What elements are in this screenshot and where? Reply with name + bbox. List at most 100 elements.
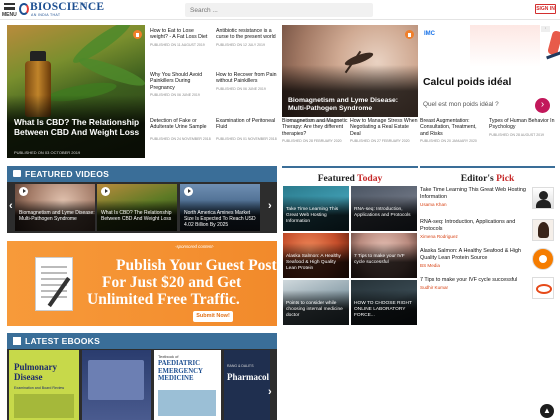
- pick-title[interactable]: 7 Tips to make your IVF cycle successful: [420, 277, 526, 284]
- article-link[interactable]: How to Recover from Pain without Painkil…: [216, 72, 278, 91]
- advertisement-card[interactable]: IMC i Calcul poids idéal Quel est mon po…: [420, 25, 560, 118]
- author-avatar[interactable]: [532, 219, 554, 241]
- article-title[interactable]: How to Eat to Lose weight? - A Fat Loss …: [150, 28, 212, 41]
- author-avatar[interactable]: [532, 248, 554, 270]
- article-link[interactable]: Why You Should Avoid Painkillers During …: [150, 72, 212, 97]
- guest-headline-3: Unlimited Free Traffic.: [87, 291, 240, 308]
- ebook-cover[interactable]: Pulmonary Disease Examination and Board …: [9, 350, 79, 420]
- article-link[interactable]: Detection of Fake or Adulterate Urine Sa…: [150, 118, 212, 141]
- article-title[interactable]: Why You Should Avoid Painkillers During …: [150, 72, 212, 91]
- menu-button[interactable]: MENU: [2, 1, 18, 19]
- book-icon: [13, 337, 21, 345]
- article-date: PUBLISHED ON 24 NOVEMBER 2018: [150, 136, 211, 141]
- video-title[interactable]: North America Amines Market Size Is Expe…: [184, 210, 260, 229]
- today-card[interactable]: Take Time Learning This Great Web Hostin…: [283, 186, 349, 231]
- ebook-cover[interactable]: [82, 350, 151, 420]
- article-link[interactable]: Types of Human Behavior In Psychology PU…: [489, 118, 555, 137]
- site-logo[interactable]: BIOSCIENCE AN INDIA THAT IN: [19, 1, 104, 18]
- guest-headline-1: Publish Your Guest Post: [116, 257, 277, 274]
- submit-now-button[interactable]: Submit Now!: [193, 311, 233, 322]
- heading-word: Editor's: [460, 173, 494, 184]
- video-title[interactable]: What Is CBD? The Relationship Between CB…: [101, 210, 177, 222]
- article-date: PUBLISHED ON 06 JUNE 2019: [216, 86, 266, 91]
- carousel-prev-icon[interactable]: ‹: [9, 200, 13, 212]
- heading-highlight: Pick: [496, 173, 515, 184]
- ad-go-button[interactable]: ›: [535, 98, 550, 113]
- sign-in-button[interactable]: SIGN IN: [535, 4, 556, 14]
- today-card[interactable]: Points to consider while choosing intern…: [283, 280, 349, 325]
- biomagnetism-article-card[interactable]: Biomagnetism and Lyme Disease: Multi-Pat…: [282, 25, 418, 117]
- ebook-cover[interactable]: Textbook of PAEDIATRIC EMERGENCY MEDICIN…: [154, 350, 221, 420]
- featured-title[interactable]: What Is CBD? The Relationship Between CB…: [14, 117, 142, 137]
- article-link[interactable]: How to Eat to Lose weight? - A Fat Loss …: [150, 28, 212, 47]
- featured-article-card[interactable]: What Is CBD? The Relationship Between CB…: [7, 25, 145, 158]
- search-input[interactable]: [190, 4, 368, 16]
- carousel-next-icon[interactable]: ›: [268, 200, 272, 212]
- today-title[interactable]: Points to consider while choosing intern…: [286, 301, 347, 319]
- today-card[interactable]: RNA-seq: Introduction, Applications and …: [351, 186, 417, 231]
- pick-item[interactable]: 7 Tips to make your IVF cycle successful…: [420, 277, 555, 307]
- editors-pick-header: Editor's Pick: [420, 166, 555, 184]
- article-date: PUBLISHED ON 20 JANUARY 2020: [420, 138, 477, 143]
- ad-question[interactable]: Quel est mon poids idéal ?: [423, 96, 533, 114]
- article-title[interactable]: Types of Human Behavior In Psychology: [489, 118, 555, 131]
- play-icon[interactable]: [101, 187, 110, 196]
- carousel-next-icon[interactable]: ›: [268, 386, 272, 398]
- ebook-subtitle: RANG & DALE'S: [227, 364, 254, 368]
- pick-title[interactable]: Alaska Salmon: A Healthy Seafood & High …: [420, 248, 526, 261]
- today-card[interactable]: 7 Tips to make your IVF cycle successful: [351, 233, 417, 278]
- guest-post-banner[interactable]: -sponsored content- Publish Your Guest P…: [7, 241, 277, 326]
- article-link[interactable]: Biomagnetism and Magnetic Therapy: Are t…: [282, 118, 348, 143]
- article-title[interactable]: How to Manage Stress When Negotiating a …: [350, 118, 418, 137]
- article-date: PUBLISHED ON 28 AUGUST 2019: [489, 132, 544, 137]
- video-title[interactable]: Biomagnetism and Lyme Disease: Multi-Pat…: [19, 210, 95, 222]
- author-avatar[interactable]: [532, 277, 554, 299]
- today-title[interactable]: HOW TO CHOOSE RIGHT ONLINE LABORATORY FO…: [354, 301, 415, 319]
- article-title[interactable]: Breast Augmentation: Consultation, Treat…: [420, 118, 486, 137]
- article-title[interactable]: How to Recover from Pain without Painkil…: [216, 72, 278, 85]
- scroll-to-top-button[interactable]: ▲: [540, 404, 554, 418]
- article-link[interactable]: Antibiotic resistance is a curse to the …: [216, 28, 278, 47]
- today-card[interactable]: Alaska Salmon: A Healthy Seafood & High …: [283, 233, 349, 278]
- article-title[interactable]: Examination of Peritoneal Fluid: [216, 118, 278, 131]
- article-title[interactable]: Antibiotic resistance is a curse to the …: [216, 28, 278, 41]
- pick-author[interactable]: Ximena Rodriguez: [420, 234, 458, 239]
- article-date: PUBLISHED ON 27 FEBRUARY 2020: [350, 138, 410, 143]
- play-icon[interactable]: [19, 187, 28, 196]
- today-title[interactable]: 7 Tips to make your IVF cycle successful: [354, 254, 415, 266]
- article-date: PUBLISHED ON 11 AUGUST 2019: [150, 42, 205, 47]
- article-title[interactable]: Detection of Fake or Adulterate Urine Sa…: [150, 118, 212, 131]
- today-card[interactable]: HOW TO CHOOSE RIGHT ONLINE LABORATORY FO…: [351, 280, 417, 325]
- ebook-title: Pulmonary Disease: [14, 362, 58, 382]
- pick-title[interactable]: RNA-seq: Introduction, Applications and …: [420, 219, 526, 232]
- video-card[interactable]: North America Amines Market Size Is Expe…: [180, 184, 260, 231]
- article-title[interactable]: Biomagnetism and Magnetic Therapy: Are t…: [282, 118, 348, 137]
- ad-title[interactable]: Calcul poids idéal: [423, 77, 511, 88]
- today-title[interactable]: Take Time Learning This Great Web Hostin…: [286, 207, 347, 225]
- logo-superscript: IN: [81, 1, 85, 6]
- video-card[interactable]: What Is CBD? The Relationship Between CB…: [97, 184, 177, 231]
- pick-title[interactable]: Take Time Learning This Great Web Hostin…: [420, 187, 526, 200]
- article-link[interactable]: How to Manage Stress When Negotiating a …: [350, 118, 418, 143]
- author-avatar[interactable]: [532, 187, 554, 209]
- ebook-title: Pharmacol: [227, 372, 269, 382]
- pick-item[interactable]: Take Time Learning This Great Web Hostin…: [420, 187, 555, 217]
- article-link[interactable]: Examination of Peritoneal Fluid PUBLISHE…: [216, 118, 278, 141]
- ebook-art: [88, 360, 144, 400]
- ebook-art: [14, 394, 74, 418]
- today-title[interactable]: RNA-seq: Introduction, Applications and …: [354, 207, 415, 219]
- pick-author[interactable]: Sudhir Kumar: [420, 285, 448, 290]
- pick-item[interactable]: RNA-seq: Introduction, Applications and …: [420, 219, 555, 249]
- camera-icon: [133, 30, 142, 39]
- video-card[interactable]: Biomagnetism and Lyme Disease: Multi-Pat…: [15, 184, 95, 231]
- pick-author[interactable]: BS Media: [420, 263, 440, 268]
- bio-feature-title[interactable]: Biomagnetism and Lyme Disease: Multi-Pat…: [288, 97, 414, 114]
- article-date: PUBLISHED ON 12 JULY 2019: [216, 42, 265, 47]
- pick-item[interactable]: Alaska Salmon: A Healthy Seafood & High …: [420, 248, 555, 278]
- play-icon[interactable]: [184, 187, 193, 196]
- ebook-cover[interactable]: RANG & DALE'S Pharmacol: [224, 350, 270, 420]
- ad-choices-icon[interactable]: i: [541, 26, 550, 32]
- today-title[interactable]: Alaska Salmon: A Healthy Seafood & High …: [286, 254, 347, 272]
- pick-author[interactable]: Usama Khan: [420, 202, 447, 207]
- article-link[interactable]: Breast Augmentation: Consultation, Treat…: [420, 118, 486, 143]
